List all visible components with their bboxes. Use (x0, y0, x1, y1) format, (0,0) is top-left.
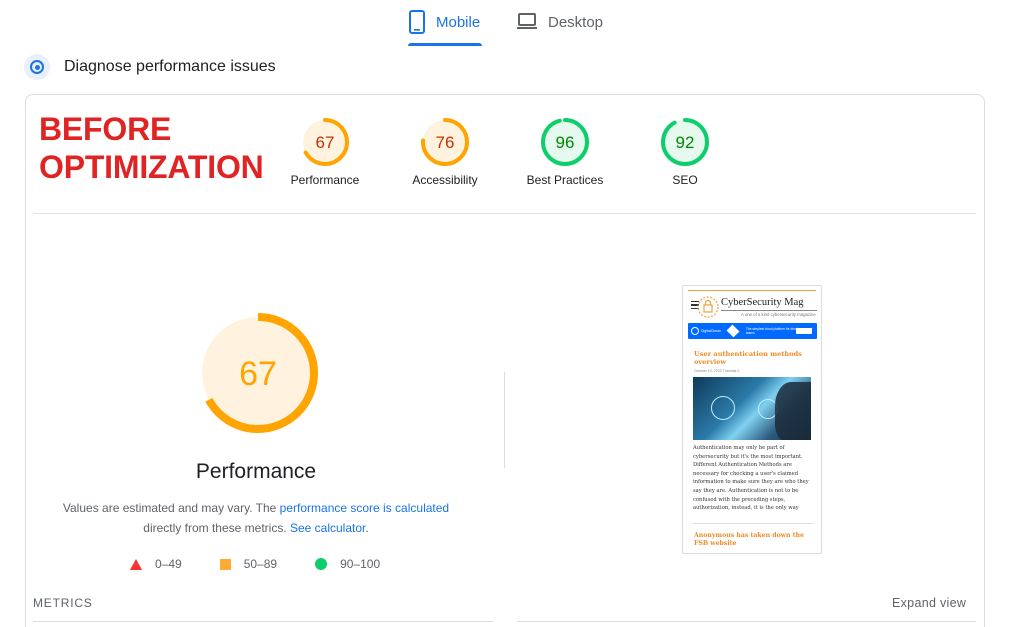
lock-icon (711, 396, 735, 420)
screenshot-body-text: Authentication may only be part of cyber… (693, 445, 809, 512)
gauge-score: 96 (556, 133, 575, 152)
gauge-ring: 96 (541, 118, 589, 166)
brand-underline (721, 310, 817, 311)
performance-title: Performance (195, 460, 317, 483)
score-gauge-performance[interactable]: 67 Performance (270, 116, 380, 187)
screenshot-separator (693, 523, 813, 524)
see-calculator-link[interactable]: See calculator (290, 521, 365, 535)
screenshot-meta: October 10, 2022 Tutorials 0 (694, 369, 740, 373)
ad-brand: DigitalOcean (701, 329, 722, 333)
tab-mobile[interactable]: Mobile (408, 10, 480, 46)
page-screenshot-thumbnail: CyberSecurity Mag A one of a kind cybers… (682, 285, 822, 554)
hand-graphic (775, 382, 811, 440)
legend-range: 90–100 (340, 557, 381, 571)
gauge-score: 76 (436, 133, 455, 152)
banner-line-1: BEFORE (39, 111, 172, 147)
brand-logo-icon (697, 296, 719, 318)
divider (33, 213, 976, 214)
desc-text: directly from these metrics. (143, 521, 290, 535)
desc-text: . (365, 521, 369, 535)
gauge-label: Best Practices (526, 173, 604, 187)
gauge-ring: 67 (301, 118, 349, 166)
diagnose-header: Diagnose performance issues (24, 54, 276, 80)
score-gauge-best-practices[interactable]: 96 Best Practices (510, 116, 620, 187)
article-image (693, 377, 811, 440)
gauge-label: Performance (290, 173, 360, 187)
ad-graphic (726, 324, 740, 338)
legend-range: 50–89 (243, 557, 278, 571)
diagnose-icon (24, 54, 50, 80)
gauge-label: SEO (672, 173, 698, 187)
triangle-icon (130, 558, 142, 570)
screenshot-next-headline: Anonymous has taken down the FSB website (694, 532, 804, 547)
before-optimization-banner: BEFORE OPTIMIZATION (39, 110, 264, 186)
screenshot-headline: User authentication methods overview (694, 350, 802, 366)
score-gauge-accessibility[interactable]: 76 Accessibility (390, 116, 500, 187)
diagnose-title: Diagnose performance issues (64, 58, 276, 75)
tab-desktop[interactable]: Desktop (516, 10, 603, 46)
gauge-ring: 76 (421, 118, 469, 166)
divider (33, 621, 493, 622)
vertical-divider (504, 372, 505, 468)
square-icon (219, 558, 231, 570)
banner-line-2: OPTIMIZATION (39, 149, 264, 185)
ad-button (796, 328, 812, 334)
screenshot-top-border (688, 290, 816, 291)
score-gauge-seo[interactable]: 92 SEO (630, 116, 740, 187)
gauge-score: 92 (676, 133, 695, 152)
device-tabs: Mobile Desktop (0, 0, 1011, 48)
ad-logo-icon (691, 327, 699, 335)
performance-description: Values are estimated and may vary. The p… (0, 498, 512, 538)
legend-item-average: 50–89 (219, 557, 278, 571)
tab-desktop-label: Desktop (548, 14, 604, 31)
legend-range: 0–49 (155, 557, 182, 571)
divider (517, 621, 976, 622)
smartphone-icon (408, 10, 426, 34)
active-tab-indicator (408, 43, 482, 46)
gauge-score: 67 (316, 133, 335, 152)
legend-item-fail: 0–49 (130, 557, 182, 571)
performance-score-link[interactable]: performance score is calculated (280, 501, 449, 515)
screenshot-brand: CyberSecurity Mag (721, 297, 804, 308)
gauge-label: Accessibility (412, 173, 478, 187)
performance-score-large: 67 (239, 355, 277, 393)
legend-item-pass: 90–100 (315, 557, 380, 571)
circle-icon (315, 558, 328, 570)
gauge-ring: 92 (661, 118, 709, 166)
laptop-icon (516, 10, 538, 32)
tab-mobile-label: Mobile (436, 14, 481, 31)
expand-view-button[interactable]: Expand view (892, 596, 966, 610)
screenshot-tagline: A one of a kind cybersecurity magazine (741, 312, 816, 317)
performance-gauge-large: 67 (196, 311, 320, 440)
metrics-heading: METRICS (33, 596, 93, 610)
score-legend: 0–49 50–89 90–100 (130, 557, 380, 571)
desc-text: Values are estimated and may vary. The (62, 501, 280, 515)
screenshot-ad-banner: DigitalOcean The simplest cloud platform… (688, 323, 817, 339)
